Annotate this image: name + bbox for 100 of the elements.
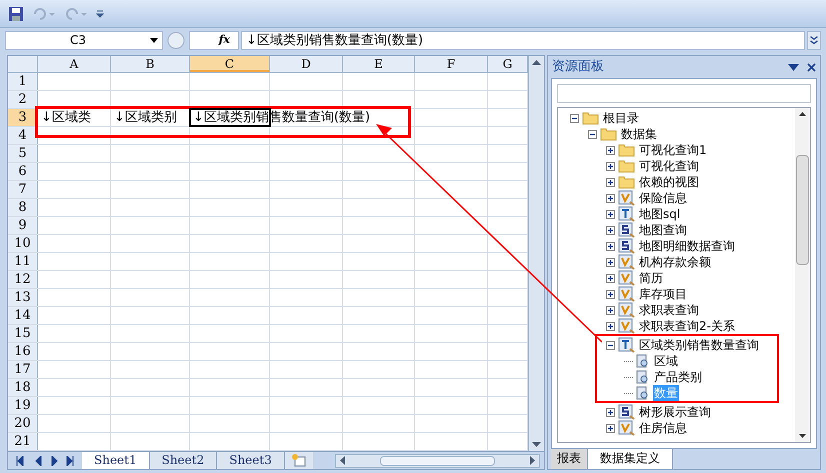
sheet-navigation-icon[interactable] <box>16 456 74 466</box>
expander-icon[interactable] <box>606 274 615 282</box>
row-header[interactable]: 12 <box>8 271 38 288</box>
horizontal-scrollbar[interactable] <box>335 454 540 468</box>
expander-icon[interactable] <box>606 340 615 350</box>
tree-item[interactable]: 可视化查询1 <box>638 142 708 158</box>
column-header[interactable]: F <box>415 56 488 72</box>
row-header[interactable]: 8 <box>8 199 38 216</box>
expander-icon[interactable] <box>606 210 615 218</box>
tree-item[interactable]: 产品类别 <box>653 369 703 385</box>
formula-field[interactable]: ↓区域类别销售数量查询(数量) <box>241 30 805 50</box>
scroll-up-icon[interactable] <box>799 112 806 116</box>
scroll-down-icon[interactable] <box>532 442 541 447</box>
expander-icon[interactable] <box>606 178 615 186</box>
column-header[interactable]: A <box>38 56 111 72</box>
expander-icon[interactable] <box>606 306 615 314</box>
row-header[interactable]: 17 <box>8 361 38 378</box>
row-header[interactable]: 18 <box>8 379 38 396</box>
function-button[interactable]: fx <box>189 30 239 50</box>
column-header[interactable]: C <box>190 56 270 72</box>
row-header[interactable]: 13 <box>8 289 38 306</box>
panel-tab[interactable]: 数据集定义 <box>588 449 673 469</box>
new-sheet-icon[interactable] <box>284 452 313 469</box>
tree-item[interactable]: 地图查询 <box>638 222 688 238</box>
expander-icon[interactable] <box>588 130 597 138</box>
name-box[interactable]: C3 <box>5 30 163 50</box>
letter-doc-icon <box>618 404 635 420</box>
sheet-tab[interactable]: Sheet3 <box>217 452 285 469</box>
tree-item[interactable]: 依赖的视图 <box>638 174 700 190</box>
scroll-down-icon[interactable] <box>799 434 806 438</box>
scroll-right-icon[interactable] <box>530 456 535 465</box>
scroll-up-icon[interactable] <box>532 60 541 65</box>
row-header[interactable]: 9 <box>8 217 38 234</box>
row-header[interactable]: 1 <box>8 73 38 90</box>
checkmark-doc-icon <box>618 190 635 206</box>
panel-tab[interactable]: 报表 <box>551 449 588 469</box>
tree-item[interactable]: 住房信息 <box>638 420 688 436</box>
expand-icon[interactable] <box>807 30 821 50</box>
scroll-left-icon[interactable] <box>340 456 345 465</box>
vertical-scrollbar[interactable] <box>528 56 544 451</box>
letter-doc-icon <box>618 337 635 353</box>
search-field[interactable] <box>557 84 811 103</box>
tree-item[interactable]: 区域类别销售数量查询 <box>638 337 760 353</box>
tree-item[interactable]: 库存项目 <box>638 286 688 302</box>
tree-item[interactable]: 数据集 <box>620 126 658 142</box>
expander-icon[interactable] <box>606 290 615 298</box>
row-header[interactable]: 6 <box>8 163 38 180</box>
tree-item[interactable]: 可视化查询 <box>638 158 700 174</box>
tree-item[interactable]: 地图明细数据查询 <box>638 238 736 254</box>
row-header[interactable]: 7 <box>8 181 38 198</box>
tree-item[interactable]: 机构存款余额 <box>638 254 712 270</box>
expander-icon[interactable] <box>606 322 615 330</box>
field-icon <box>636 354 650 368</box>
tree-item[interactable]: 树形展示查询 <box>638 404 712 420</box>
row-header[interactable]: 2 <box>8 91 38 108</box>
column-header[interactable]: D <box>270 56 343 72</box>
letter-doc-icon <box>618 222 635 238</box>
checkmark-doc-icon <box>618 270 635 286</box>
column-header[interactable]: E <box>343 56 415 72</box>
checkmark-doc-icon <box>618 318 635 334</box>
row-header[interactable]: 4 <box>8 127 38 144</box>
sheet-tab[interactable]: Sheet1 <box>82 452 150 469</box>
row-header[interactable]: 19 <box>8 397 38 414</box>
row-header[interactable]: 20 <box>8 415 38 432</box>
row-header[interactable]: 21 <box>8 433 38 450</box>
tree-item[interactable]: 保险信息 <box>638 190 688 206</box>
expander-icon[interactable] <box>606 424 615 432</box>
row-header[interactable]: 11 <box>8 253 38 270</box>
letter-doc-icon <box>618 238 635 254</box>
letter-doc-icon <box>618 206 635 222</box>
tree-item[interactable]: 区域 <box>653 353 679 369</box>
dropdown-icon[interactable] <box>150 38 158 43</box>
row-header[interactable]: 10 <box>8 235 38 252</box>
folder-icon <box>618 159 635 173</box>
row-header[interactable]: 15 <box>8 325 38 342</box>
expander-icon[interactable] <box>606 146 615 154</box>
tree-item[interactable]: 简历 <box>638 270 664 286</box>
field-icon <box>636 370 650 384</box>
row-header[interactable]: 14 <box>8 307 38 324</box>
tree-item[interactable]: 求职表查询 <box>638 302 700 318</box>
tree-item[interactable]: 求职表查询2-关系 <box>638 318 736 334</box>
tree-item[interactable]: 根目录 <box>602 110 640 126</box>
checkmark-doc-icon <box>618 420 635 436</box>
expander-icon[interactable] <box>606 226 615 234</box>
dropdown-icon[interactable] <box>788 64 799 70</box>
customize-icon[interactable] <box>96 8 104 19</box>
row-header[interactable]: 16 <box>8 343 38 360</box>
row-header[interactable]: 5 <box>8 145 38 162</box>
sheet-tab[interactable]: Sheet2 <box>150 452 218 469</box>
tree-item[interactable]: 地图sql <box>638 206 682 222</box>
row-header[interactable]: 3 <box>8 109 38 126</box>
expander-icon[interactable] <box>606 242 615 250</box>
expander-icon[interactable] <box>606 408 615 416</box>
expander-icon[interactable] <box>570 114 579 122</box>
expander-icon[interactable] <box>606 258 615 266</box>
expander-icon[interactable] <box>606 194 615 202</box>
expander-icon[interactable] <box>606 162 615 170</box>
vertical-scrollbar[interactable] <box>795 108 810 442</box>
save-icon[interactable] <box>8 6 24 22</box>
close-icon[interactable] <box>807 62 816 72</box>
